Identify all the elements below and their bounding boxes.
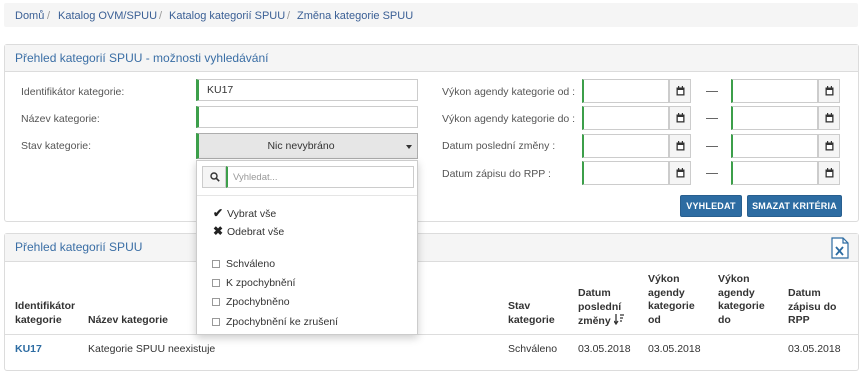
calendar-button[interactable] bbox=[818, 161, 840, 185]
calendar-icon bbox=[825, 168, 834, 178]
row-last-change: 03.05.2018 bbox=[578, 343, 631, 355]
close-icon: ✖ bbox=[213, 224, 224, 238]
calendar-button[interactable] bbox=[669, 161, 691, 185]
caret-down-icon bbox=[406, 145, 412, 149]
option-label: Schváleno bbox=[226, 258, 276, 270]
breadcrumb-separator: / bbox=[159, 10, 163, 22]
date-input-3-start[interactable] bbox=[582, 161, 669, 185]
select-all-label: Vybrat vše bbox=[227, 208, 277, 220]
row-from: 03.05.2018 bbox=[648, 343, 701, 355]
option-checkbox[interactable] bbox=[212, 318, 220, 326]
results-panel-title: Přehled kategorií SPUU bbox=[15, 240, 143, 254]
column-header-to[interactable]: Výkon agendy kategorie do bbox=[718, 273, 773, 327]
option-checkbox[interactable] bbox=[212, 298, 220, 306]
clear-criteria-button[interactable]: SMAZAT KRITÉRIA bbox=[747, 195, 842, 217]
state-dropdown-menu: Vyhledat... ✔ Vybrat vše ✖ Odebrat vše Sch… bbox=[196, 160, 418, 335]
option-k-zpochybneni[interactable]: K zpochybnění bbox=[212, 277, 295, 289]
date-input-3-end[interactable] bbox=[731, 161, 818, 185]
date-range-separator bbox=[706, 91, 718, 92]
row-state: Schváleno bbox=[508, 343, 558, 355]
calendar-button[interactable] bbox=[669, 79, 691, 103]
rpp-date-label: Datum zápisu do RPP : bbox=[442, 168, 551, 180]
name-label: Název kategorie: bbox=[21, 113, 100, 125]
option-zpochybneno[interactable]: Zpochybněno bbox=[212, 296, 290, 308]
column-header-identifier[interactable]: Identifikátor kategorie bbox=[15, 300, 85, 327]
column-header-last-change[interactable]: Datum poslední změny bbox=[578, 287, 628, 329]
option-zpochybneni-ke-zruseni[interactable]: Zpochybnění ke zrušení bbox=[212, 316, 338, 328]
option-checkbox[interactable] bbox=[212, 260, 220, 268]
table-header-divider bbox=[5, 334, 858, 335]
calendar-button[interactable] bbox=[818, 79, 840, 103]
search-panel-header: Přehled kategorií SPUU - možnosti vyhled… bbox=[5, 45, 858, 72]
name-input[interactable] bbox=[196, 106, 418, 128]
date-range-separator bbox=[706, 118, 718, 119]
calendar-button[interactable] bbox=[818, 134, 840, 158]
dropdown-search-button[interactable] bbox=[202, 166, 226, 188]
date-input-0-start[interactable] bbox=[582, 79, 669, 103]
date-input-1-start[interactable] bbox=[582, 106, 669, 130]
results-panel-header: Přehled kategorií SPUU bbox=[5, 234, 858, 262]
search-panel-title: Přehled kategorií SPUU - možnosti vyhled… bbox=[15, 51, 269, 65]
option-label: K zpochybnění bbox=[226, 277, 296, 289]
breadcrumb-home[interactable]: Domů bbox=[15, 10, 44, 22]
state-label: Stav kategorie: bbox=[21, 140, 92, 152]
calendar-icon bbox=[676, 141, 685, 151]
calendar-icon bbox=[676, 113, 685, 123]
calendar-icon bbox=[825, 86, 834, 96]
date-input-2-end[interactable] bbox=[731, 134, 818, 158]
deselect-all-label: Odebrat vše bbox=[227, 226, 285, 238]
row-registered: 03.05.2018 bbox=[788, 343, 841, 355]
date-input-1-end[interactable] bbox=[731, 106, 818, 130]
breadcrumb: Domů / Katalog OVM/SPUU / Katalog katego… bbox=[4, 3, 858, 27]
calendar-icon bbox=[676, 168, 685, 178]
search-icon bbox=[210, 172, 220, 182]
identifier-input[interactable]: KU17 bbox=[196, 79, 418, 101]
column-header-registered[interactable]: Datum zápisu do RPP bbox=[788, 287, 843, 328]
option-label: Zpochybněno bbox=[226, 296, 290, 308]
date-input-2-start[interactable] bbox=[582, 134, 669, 158]
dropdown-divider bbox=[197, 195, 417, 196]
date-input-0-end[interactable] bbox=[731, 79, 818, 103]
dropdown-search-input[interactable]: Vyhledat... bbox=[226, 166, 414, 188]
dropdown-search-row: Vyhledat... bbox=[202, 166, 414, 188]
row-name: Kategorie SPUU neexistuje bbox=[88, 343, 216, 355]
excel-export-icon[interactable] bbox=[831, 237, 849, 259]
breadcrumb-katalog-ovm[interactable]: Katalog OVM/SPUU bbox=[58, 10, 157, 22]
calendar-button[interactable] bbox=[818, 106, 840, 130]
select-all-action[interactable]: ✔ Vybrat vše bbox=[213, 206, 276, 220]
calendar-icon bbox=[825, 141, 834, 151]
calendar-button[interactable] bbox=[669, 106, 691, 130]
row-id-link[interactable]: KU17 bbox=[15, 343, 42, 355]
option-label: Zpochybnění ke zrušení bbox=[226, 316, 339, 328]
breadcrumb-zmena-kategorie[interactable]: Změna kategorie SPUU bbox=[297, 10, 413, 22]
identifier-label: Identifikátor kategorie: bbox=[21, 86, 125, 98]
column-header-state[interactable]: Stav kategorie bbox=[508, 300, 563, 327]
date-range-separator bbox=[706, 146, 718, 147]
sort-icon bbox=[613, 314, 624, 326]
breadcrumb-separator: / bbox=[287, 10, 291, 22]
option-checkbox[interactable] bbox=[212, 279, 220, 287]
breadcrumb-katalog-kategorii[interactable]: Katalog kategorií SPUU bbox=[169, 10, 285, 22]
deselect-all-action[interactable]: ✖ Odebrat vše bbox=[213, 224, 284, 238]
date-from-label: Výkon agendy kategorie od : bbox=[442, 86, 576, 98]
column-header-from[interactable]: Výkon agendy kategorie od bbox=[648, 273, 703, 327]
calendar-icon bbox=[676, 86, 685, 96]
option-schvaleno[interactable]: Schváleno bbox=[212, 258, 275, 270]
date-range-separator bbox=[706, 173, 718, 174]
date-to-label: Výkon agendy kategorie do : bbox=[442, 113, 576, 125]
check-icon: ✔ bbox=[213, 206, 224, 220]
search-button[interactable]: VYHLEDAT bbox=[680, 195, 742, 217]
last-change-label: Datum poslední změny : bbox=[442, 140, 556, 152]
calendar-icon bbox=[825, 113, 834, 123]
state-select[interactable]: Nic nevybráno bbox=[196, 133, 418, 159]
state-select-value: Nic nevybráno bbox=[267, 140, 335, 152]
breadcrumb-separator: / bbox=[47, 10, 51, 22]
column-header-name[interactable]: Název kategorie bbox=[88, 314, 168, 328]
calendar-button[interactable] bbox=[669, 134, 691, 158]
